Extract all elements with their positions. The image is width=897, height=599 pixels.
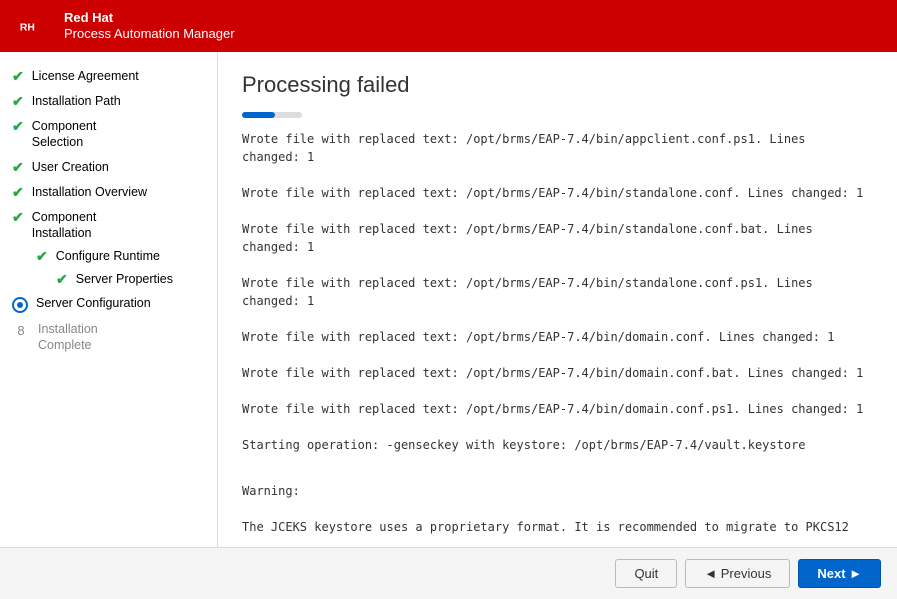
header-brand-top: Red Hat [64,10,235,26]
check-icon: ✔ [12,209,24,226]
sidebar-item-label: Configure Runtime [56,248,160,264]
sidebar-item-label: Installation Overview [32,184,147,200]
sidebar-item-license-agreement: ✔ License Agreement [0,64,217,89]
circle-progress-icon [12,297,28,313]
quit-button[interactable]: Quit [615,559,677,588]
log-area[interactable]: /opt/brms/EAP-7.4/bin/domain.conf/opt/br… [242,132,873,537]
sidebar-item-label: Server Properties [76,271,173,287]
sidebar: ✔ License Agreement ✔ Installation Path … [0,52,218,547]
log-line: Wrote file with replaced text: /opt/brms… [242,364,867,382]
log-line: The JCEKS keystore uses a proprietary fo… [242,518,867,537]
log-blank-line [242,472,867,482]
sidebar-item-installation-overview: ✔ Installation Overview [0,180,217,205]
sidebar-item-label: Installation Path [32,93,121,109]
sidebar-item-label: Server Configuration [36,295,151,311]
progress-bar-fill [242,112,275,118]
check-icon: ✔ [36,248,48,265]
sidebar-item-configure-runtime: ✔ Configure Runtime [0,245,217,268]
app-header: RH Red Hat Process Automation Manager [0,0,897,52]
check-icon: ✔ [12,184,24,201]
log-line: Warning: [242,482,867,500]
sidebar-item-label: ComponentSelection [32,118,97,151]
sidebar-item-component-installation: ✔ ComponentInstallation [0,205,217,246]
previous-button[interactable]: ◄ Previous [685,559,790,588]
check-icon: ✔ [12,93,24,110]
sidebar-item-component-selection: ✔ ComponentSelection [0,114,217,155]
header-title: Red Hat Process Automation Manager [64,10,235,41]
sidebar-item-label: ComponentInstallation [32,209,97,242]
sidebar-item-server-properties: ✔ Server Properties [0,268,217,291]
log-line: Wrote file with replaced text: /opt/brms… [242,400,867,418]
check-icon: ✔ [12,118,24,135]
sidebar-item-label: InstallationComplete [38,321,98,354]
check-icon: ✔ [12,159,24,176]
page-title: Processing failed [242,72,873,98]
sidebar-item-label: User Creation [32,159,109,175]
header-logo: RH Red Hat Process Automation Manager [16,10,235,42]
log-line: Wrote file with replaced text: /opt/brms… [242,184,867,202]
circle-inner [17,302,23,308]
header-brand-bottom: Process Automation Manager [64,26,235,42]
log-line: Wrote file with replaced text: /opt/brms… [242,274,867,310]
redhat-logo-icon: RH [16,10,54,42]
log-line: Wrote file with replaced text: /opt/brms… [242,328,867,346]
content-area: Processing failed /opt/brms/EAP-7.4/bin/… [218,52,897,547]
sidebar-item-label: License Agreement [32,68,139,84]
sidebar-item-installation-complete: 8 InstallationComplete [0,317,217,358]
content-inner: Processing failed /opt/brms/EAP-7.4/bin/… [218,52,897,547]
svg-text:RH: RH [20,23,35,34]
check-icon: ✔ [12,68,24,85]
log-line: Starting operation: -genseckey with keys… [242,436,867,454]
log-line: Wrote file with replaced text: /opt/brms… [242,132,867,166]
footer: Quit ◄ Previous Next ► [0,547,897,599]
sidebar-item-user-creation: ✔ User Creation [0,155,217,180]
sidebar-item-installation-path: ✔ Installation Path [0,89,217,114]
check-icon: ✔ [56,271,68,288]
main-container: ✔ License Agreement ✔ Installation Path … [0,52,897,547]
next-button[interactable]: Next ► [798,559,881,588]
log-line: Wrote file with replaced text: /opt/brms… [242,220,867,256]
step-number-icon: 8 [12,321,30,339]
sidebar-item-server-configuration: Server Configuration [0,291,217,317]
progress-bar-container [242,112,302,118]
